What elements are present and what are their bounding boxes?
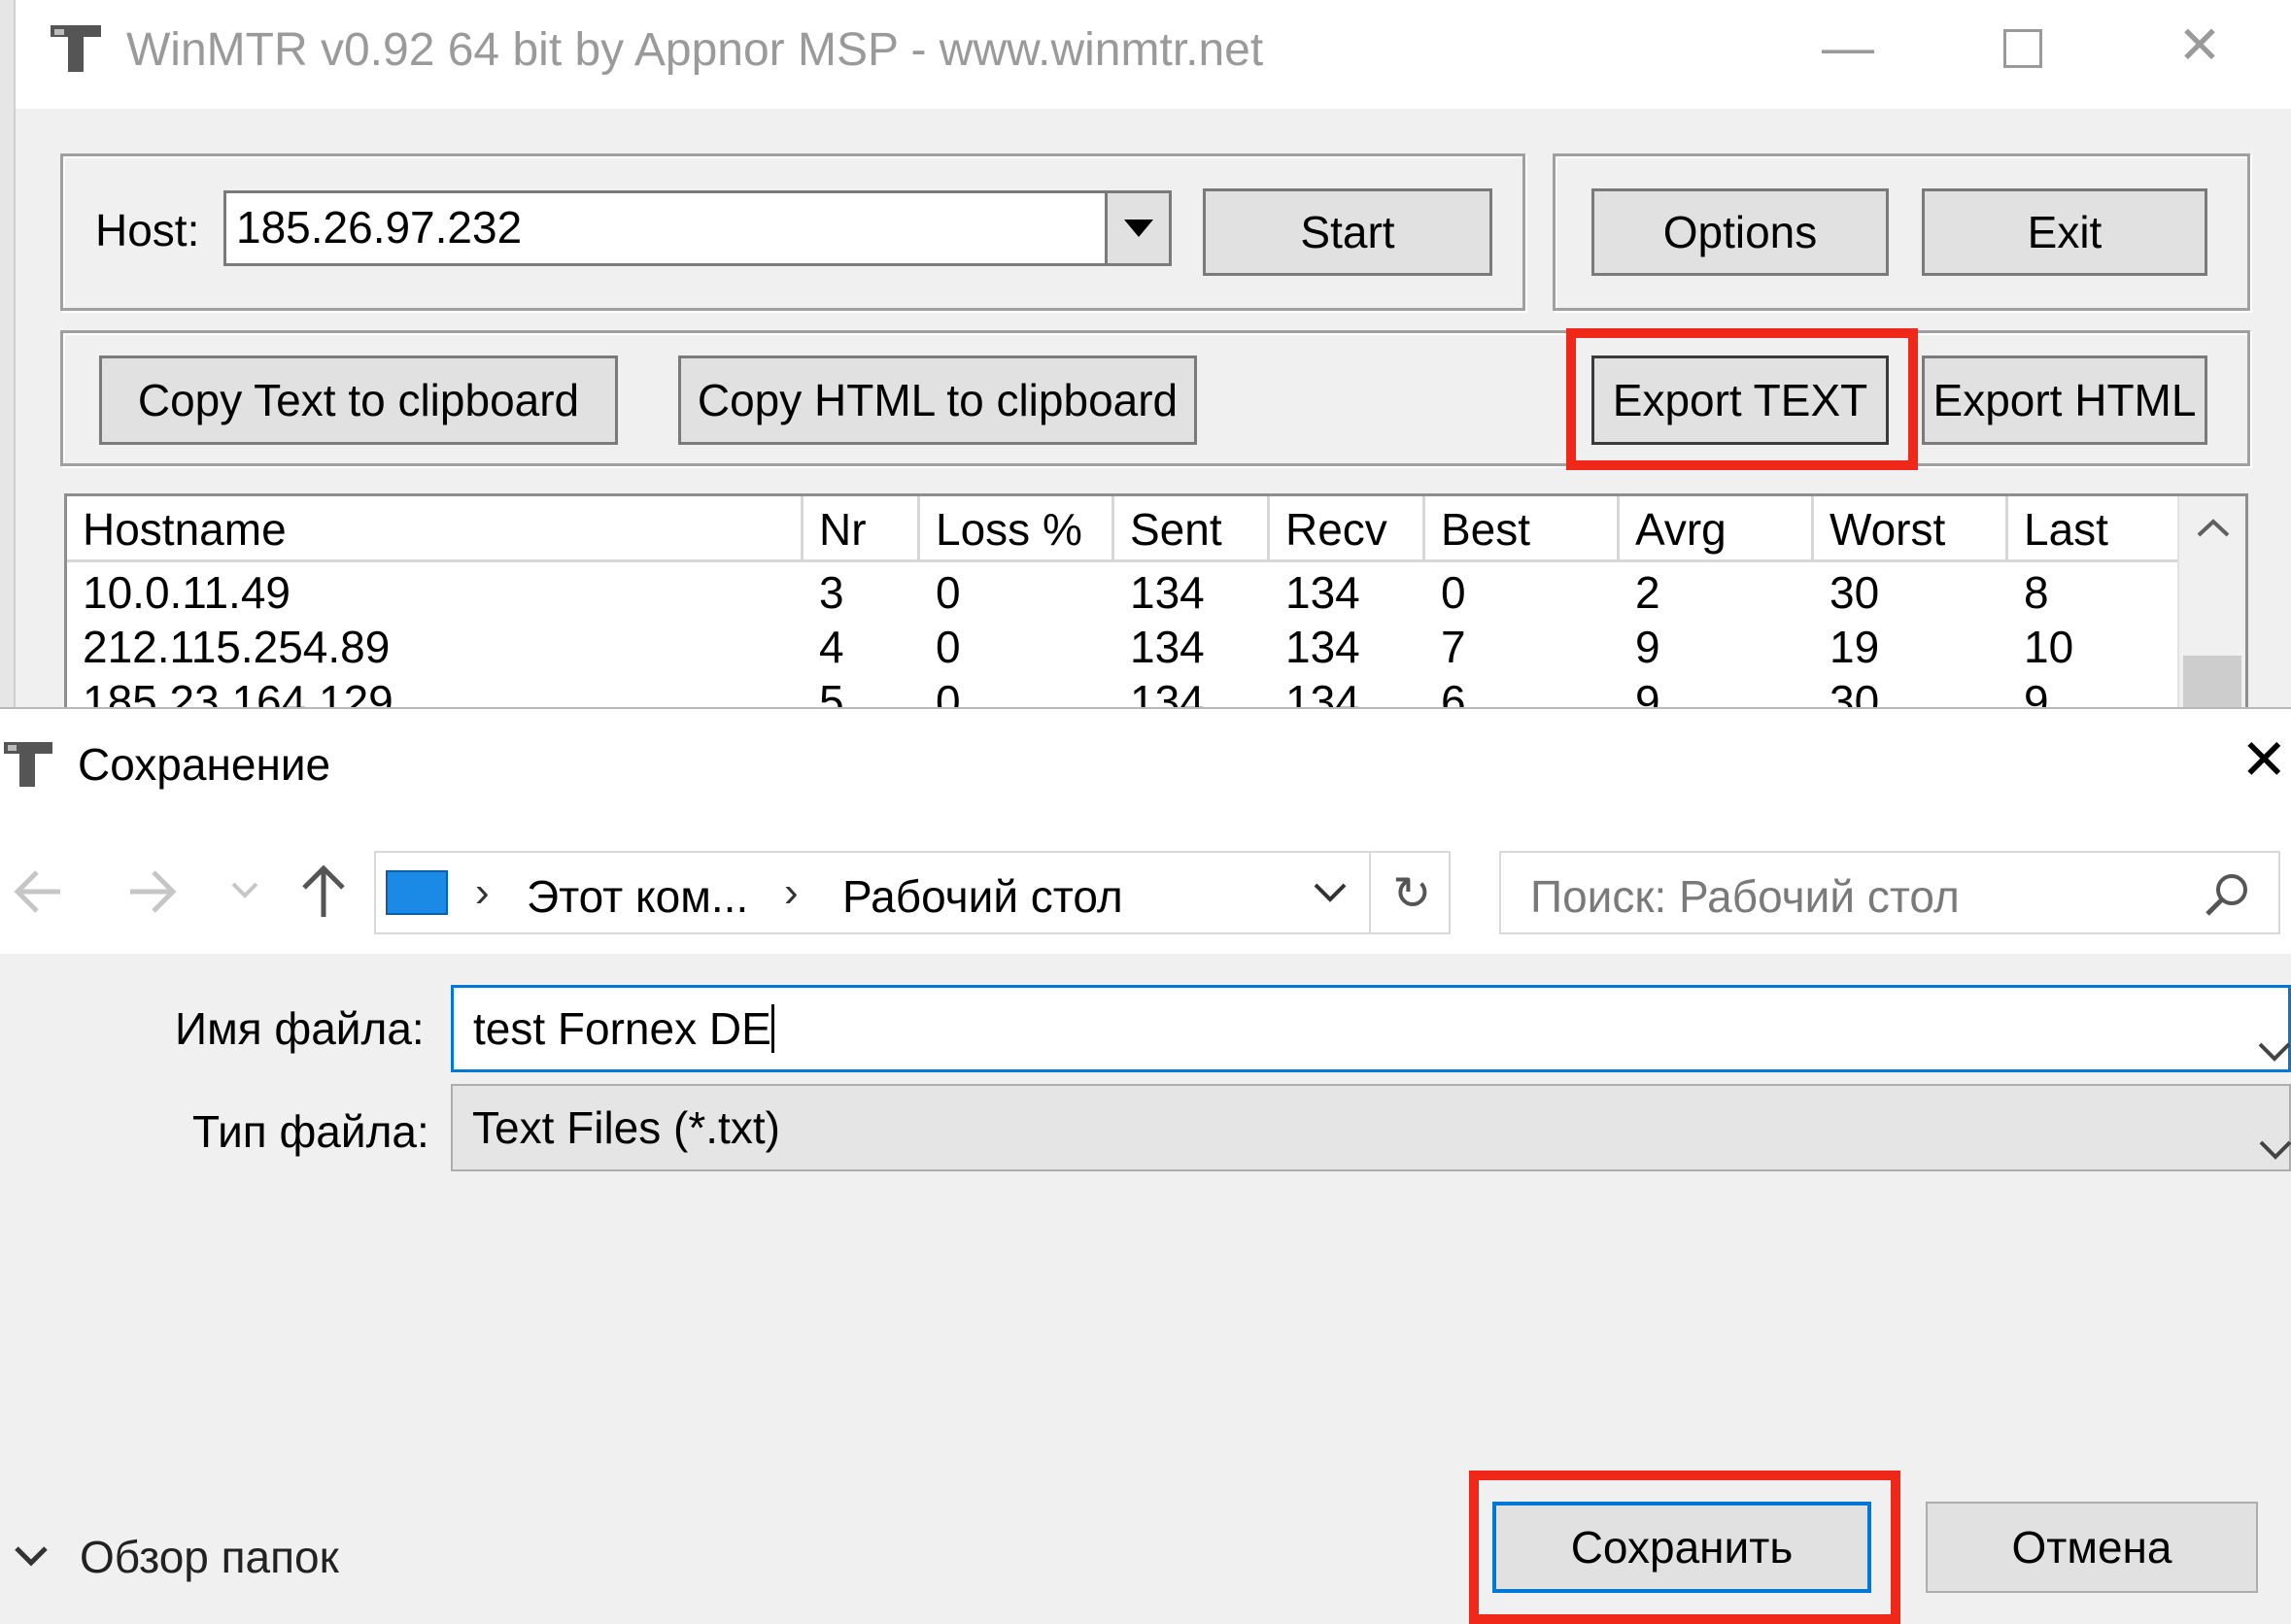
host-combobox[interactable]: 185.26.97.232 [223,190,1172,266]
winmtr-app-icon [2,738,56,789]
maximize-icon[interactable] [2003,29,2042,68]
exit-button[interactable]: Exit [1922,188,2207,276]
computer-icon [386,870,448,915]
table-cell: 10.0.11.49 [83,567,291,618]
host-input[interactable]: 185.26.97.232 [236,201,522,254]
dialog-title: Сохранение [78,739,331,790]
breadcrumb-item[interactable]: Этот ком... [527,870,748,923]
table-cell: 134 [1130,622,1205,672]
refresh-icon[interactable]: ↻ [1392,866,1431,921]
options-button[interactable]: Options [1591,188,1889,276]
table-cell: 0 [936,567,961,618]
column-header[interactable]: Loss % [920,496,1114,562]
window-title: WinMTR v0.92 64 bit by Appnor MSP - www.… [126,24,1264,76]
table-cell: 30 [1829,567,1880,618]
up-arrow-icon[interactable] [297,861,350,926]
breadcrumb-item[interactable]: Рабочий стол [842,870,1123,923]
browse-folders-toggle[interactable]: Обзор папок [80,1531,339,1583]
table-cell: 19 [1829,622,1880,672]
dialog-titlebar [0,709,2291,816]
table-cell: 212.115.254.89 [83,622,391,672]
table-cell: 2 [1635,567,1660,618]
close-icon[interactable]: ✕ [2161,19,2239,72]
filetype-label: Тип файла: [192,1106,429,1157]
chevron-down-icon[interactable] [2258,1119,2291,1171]
table-cell: 0 [936,622,961,672]
minimize-icon[interactable]: — [1809,21,1887,74]
divider [1369,853,1371,932]
search-icon[interactable] [2203,870,2251,924]
table-cell: 8 [2024,567,2049,618]
search-input[interactable]: Поиск: Рабочий стол [1530,870,1960,923]
window-edge [0,0,16,719]
filetype-value: Text Files (*.txt) [472,1102,780,1153]
column-header[interactable]: Nr [804,496,920,562]
filetype-select[interactable]: Text Files (*.txt) [451,1084,2291,1171]
table-cell: 134 [1285,622,1360,672]
table-cell: 3 [819,567,844,618]
table-cell: 7 [1441,622,1466,672]
vertical-scrollbar[interactable] [2177,496,2245,716]
scroll-up-icon[interactable] [2197,518,2230,542]
table-cell: 0 [1441,567,1466,618]
export-text-button[interactable]: Export TEXT [1591,355,1889,445]
chevron-down-icon[interactable] [14,1544,49,1573]
text-cursor [770,1004,774,1053]
table-cell: 9 [1635,622,1660,672]
table-cell: 134 [1285,567,1360,618]
filename-input[interactable]: test Fornex DE [473,1002,771,1055]
export-html-button[interactable]: Export HTML [1922,355,2207,445]
breadcrumb-separator-icon: › [784,868,799,916]
back-arrow-icon[interactable] [12,863,64,926]
column-header[interactable]: Worst [1814,496,2008,562]
column-header[interactable]: Recv [1270,496,1425,562]
breadcrumb-separator-icon: › [475,868,490,916]
filename-field[interactable]: test Fornex DE [451,985,2291,1072]
results-table[interactable]: Hostname Nr Loss % Sent Recv Best Avrg W… [64,493,2248,719]
column-header[interactable]: Hostname [67,496,804,562]
column-header[interactable]: Avrg [1620,496,1814,562]
recent-locations-icon[interactable] [231,880,258,904]
host-label: Host: [95,205,200,255]
winmtr-window: WinMTR v0.92 64 bit by Appnor MSP - www.… [0,0,2291,719]
address-bar[interactable]: › Этот ком... › Рабочий стол ↻ [374,851,1451,934]
cancel-button[interactable]: Отмена [1926,1502,2258,1593]
table-cell: 10 [2024,622,2074,672]
filename-label: Имя файла: [175,1003,425,1054]
chevron-down-icon[interactable] [2257,1021,2291,1073]
search-box[interactable]: Поиск: Рабочий стол [1499,851,2280,934]
winmtr-app-icon [47,21,105,76]
column-header[interactable]: Sent [1114,496,1270,562]
column-header[interactable]: Last [2008,496,2183,562]
table-cell: 134 [1130,567,1205,618]
column-header[interactable]: Best [1425,496,1620,562]
table-cell: 4 [819,622,844,672]
chevron-down-icon[interactable] [1313,882,1348,908]
dropdown-arrow-icon[interactable] [1105,193,1169,263]
close-icon[interactable]: ✕ [2240,732,2288,789]
copy-html-button[interactable]: Copy HTML to clipboard [678,355,1197,445]
copy-text-button[interactable]: Copy Text to clipboard [99,355,618,445]
start-button[interactable]: Start [1203,188,1492,276]
forward-arrow-icon[interactable] [126,863,179,926]
save-button[interactable]: Сохранить [1492,1502,1871,1593]
